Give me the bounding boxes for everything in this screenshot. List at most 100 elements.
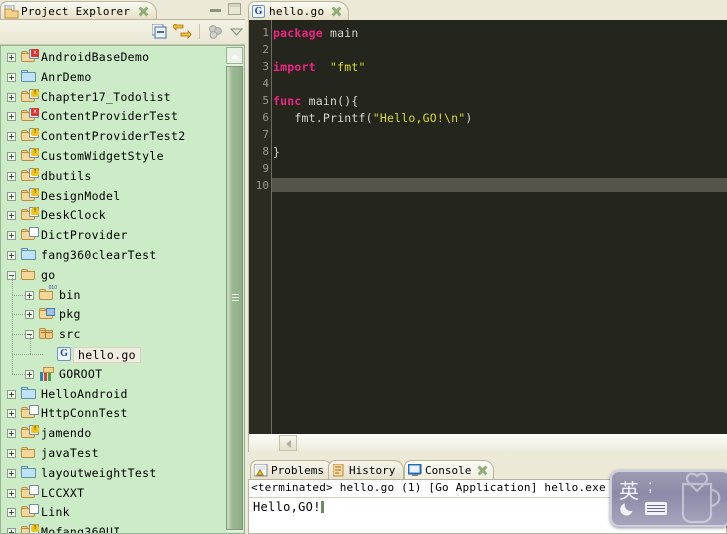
tree-item[interactable]: DictProvider [1, 226, 227, 246]
minimize-button[interactable] [209, 3, 222, 15]
tree-expander-plus[interactable] [7, 53, 16, 62]
tree-item-icon [21, 268, 38, 282]
tree-item[interactable]: pkg [1, 295, 227, 325]
project-explorer-toolbar [0, 20, 245, 45]
tree-item[interactable]: ! DesignModel [1, 187, 227, 207]
tree-expander-plus[interactable] [7, 211, 16, 221]
project-tree[interactable]: x AndroidBaseDemo AnrDemo! Chapter17_Todoli… [1, 46, 227, 533]
tree-item[interactable]: ! dbutils [1, 167, 227, 187]
tree-item-icon: ! [21, 167, 39, 183]
scroll-left-button[interactable] [279, 435, 297, 451]
tree-expander-plus[interactable] [7, 488, 16, 498]
ime-language-bar[interactable]: 英 ; [610, 470, 727, 527]
tree-expander-plus[interactable] [7, 508, 16, 518]
tree-expander-plus[interactable] [7, 468, 16, 478]
close-icon[interactable] [331, 6, 342, 17]
view-menu-icon[interactable] [207, 24, 224, 40]
tree-expander-plus[interactable] [7, 132, 16, 142]
tree-expander-plus[interactable] [7, 72, 16, 82]
tree-expander-plus[interactable] [7, 449, 16, 458]
close-icon[interactable] [138, 6, 149, 17]
code-line: func main(){ [273, 94, 359, 108]
tree-vertical-scrollbar[interactable] [226, 47, 243, 532]
tree-expander-plus[interactable] [7, 429, 16, 439]
tree-item[interactable]: Ghello.go [1, 335, 227, 365]
maximize-button[interactable] [228, 3, 241, 15]
code-editor[interactable]: 1 2 3 4 5 6 7 8 9 10 package main import "fmt" func… [248, 20, 727, 434]
tree-item-label: fang360clearTest [41, 248, 157, 262]
code-token: "fmt" [330, 60, 366, 74]
tree-item-label: jamendo [41, 426, 92, 441]
tree-expander-plus[interactable] [7, 409, 16, 419]
project-explorer-tabrow: Project Explorer [0, 0, 245, 20]
tree-item[interactable]: x ContentProviderTest [1, 107, 227, 127]
line-number: 9 [262, 162, 269, 175]
tree-item[interactable]: HttpConnTest [1, 404, 227, 424]
collapse-all-icon[interactable] [152, 24, 169, 40]
warning-badge: ! [31, 128, 39, 137]
tree-item[interactable]: ! CustomWidgetStyle [1, 147, 227, 167]
tree-item[interactable]: ! ContentProviderTest2 [1, 127, 227, 147]
tree-expander-plus[interactable] [7, 251, 16, 260]
scroll-up-button[interactable] [226, 47, 243, 64]
tree-item[interactable]: ! DeskClock [1, 206, 227, 226]
close-icon[interactable] [477, 465, 488, 476]
folder-closed-icon [21, 69, 37, 83]
editor-horizontal-scrollbar[interactable] [248, 434, 727, 452]
warning-badge: ! [31, 524, 39, 533]
tree-item[interactable]: src [1, 315, 227, 345]
tree-guide [12, 334, 25, 336]
tree-item-label: ContentProviderTest [41, 109, 179, 124]
tree-expander-plus[interactable] [7, 389, 16, 399]
tree-expander-plus[interactable] [7, 112, 16, 122]
keyboard-icon[interactable] [645, 502, 667, 515]
moon-icon[interactable] [620, 500, 636, 516]
tree-item[interactable]: fang360clearTest [1, 246, 227, 266]
tree-item[interactable]: go [1, 266, 227, 286]
link-with-editor-icon[interactable] [173, 24, 192, 40]
tree-item[interactable]: layoutweightTest [1, 464, 227, 484]
tree-item-label: pkg [59, 307, 81, 322]
tree-item-label: hello.go [73, 347, 141, 363]
tree-expander-plus[interactable] [25, 310, 34, 320]
tree-expander-plus[interactable] [7, 231, 16, 241]
tree-expander-plus[interactable] [25, 369, 34, 379]
folder-open-icon: ! [21, 148, 39, 162]
tree-expander-plus[interactable] [25, 290, 34, 300]
tree-item[interactable]: LCCXXT [1, 484, 227, 504]
chevron-down-icon[interactable] [228, 24, 245, 40]
project-tree-frame: x AndroidBaseDemo AnrDemo! Chapter17_Todoli… [0, 45, 245, 534]
tree-item[interactable]: ! Chapter17_Todolist [1, 88, 227, 108]
tree-expander-plus[interactable] [7, 92, 16, 102]
tree-expander-plus[interactable] [7, 171, 16, 181]
tree-item[interactable]: javaTest [1, 444, 227, 464]
tree-guide [12, 314, 25, 316]
folder-open-icon: ! [21, 167, 39, 182]
tab-history[interactable]: History [328, 460, 405, 479]
tree-item-icon: ! [21, 524, 39, 533]
tree-expander-plus[interactable] [7, 528, 16, 533]
tree-expander-plus[interactable] [7, 152, 16, 161]
tree-item[interactable]: ! jamendo [1, 424, 227, 444]
tree-item-icon: ! [21, 187, 39, 203]
scrollbar-thumb[interactable] [226, 66, 243, 530]
tab-project-explorer[interactable]: Project Explorer [0, 1, 158, 20]
tree-item[interactable]: ! Mofang360UI [1, 523, 227, 533]
tree-item[interactable]: HelloAndroid [1, 385, 227, 405]
code-token: func [273, 94, 302, 108]
tree-item[interactable]: 010 bin [1, 275, 227, 306]
tab-console[interactable]: Console [404, 460, 495, 479]
code-token: ) [465, 111, 473, 125]
tree-item[interactable]: GOROOT [1, 354, 227, 385]
ime-punctuation-label[interactable]: ; [648, 478, 652, 496]
tree-item[interactable]: AnrDemo [1, 68, 227, 88]
tab-hello-go[interactable]: G hello.go [248, 1, 350, 20]
tree-item[interactable]: Link [1, 503, 227, 523]
tree-item[interactable]: x AndroidBaseDemo [1, 48, 227, 68]
code-token: import [273, 60, 316, 74]
tree-item-label: src [59, 327, 81, 342]
tab-problems[interactable]: Problems [250, 460, 333, 479]
line-number-gutter: 1 2 3 4 5 6 7 8 9 10 [249, 20, 271, 434]
go-file-icon: G [252, 5, 265, 18]
tree-expander-plus[interactable] [7, 191, 16, 201]
